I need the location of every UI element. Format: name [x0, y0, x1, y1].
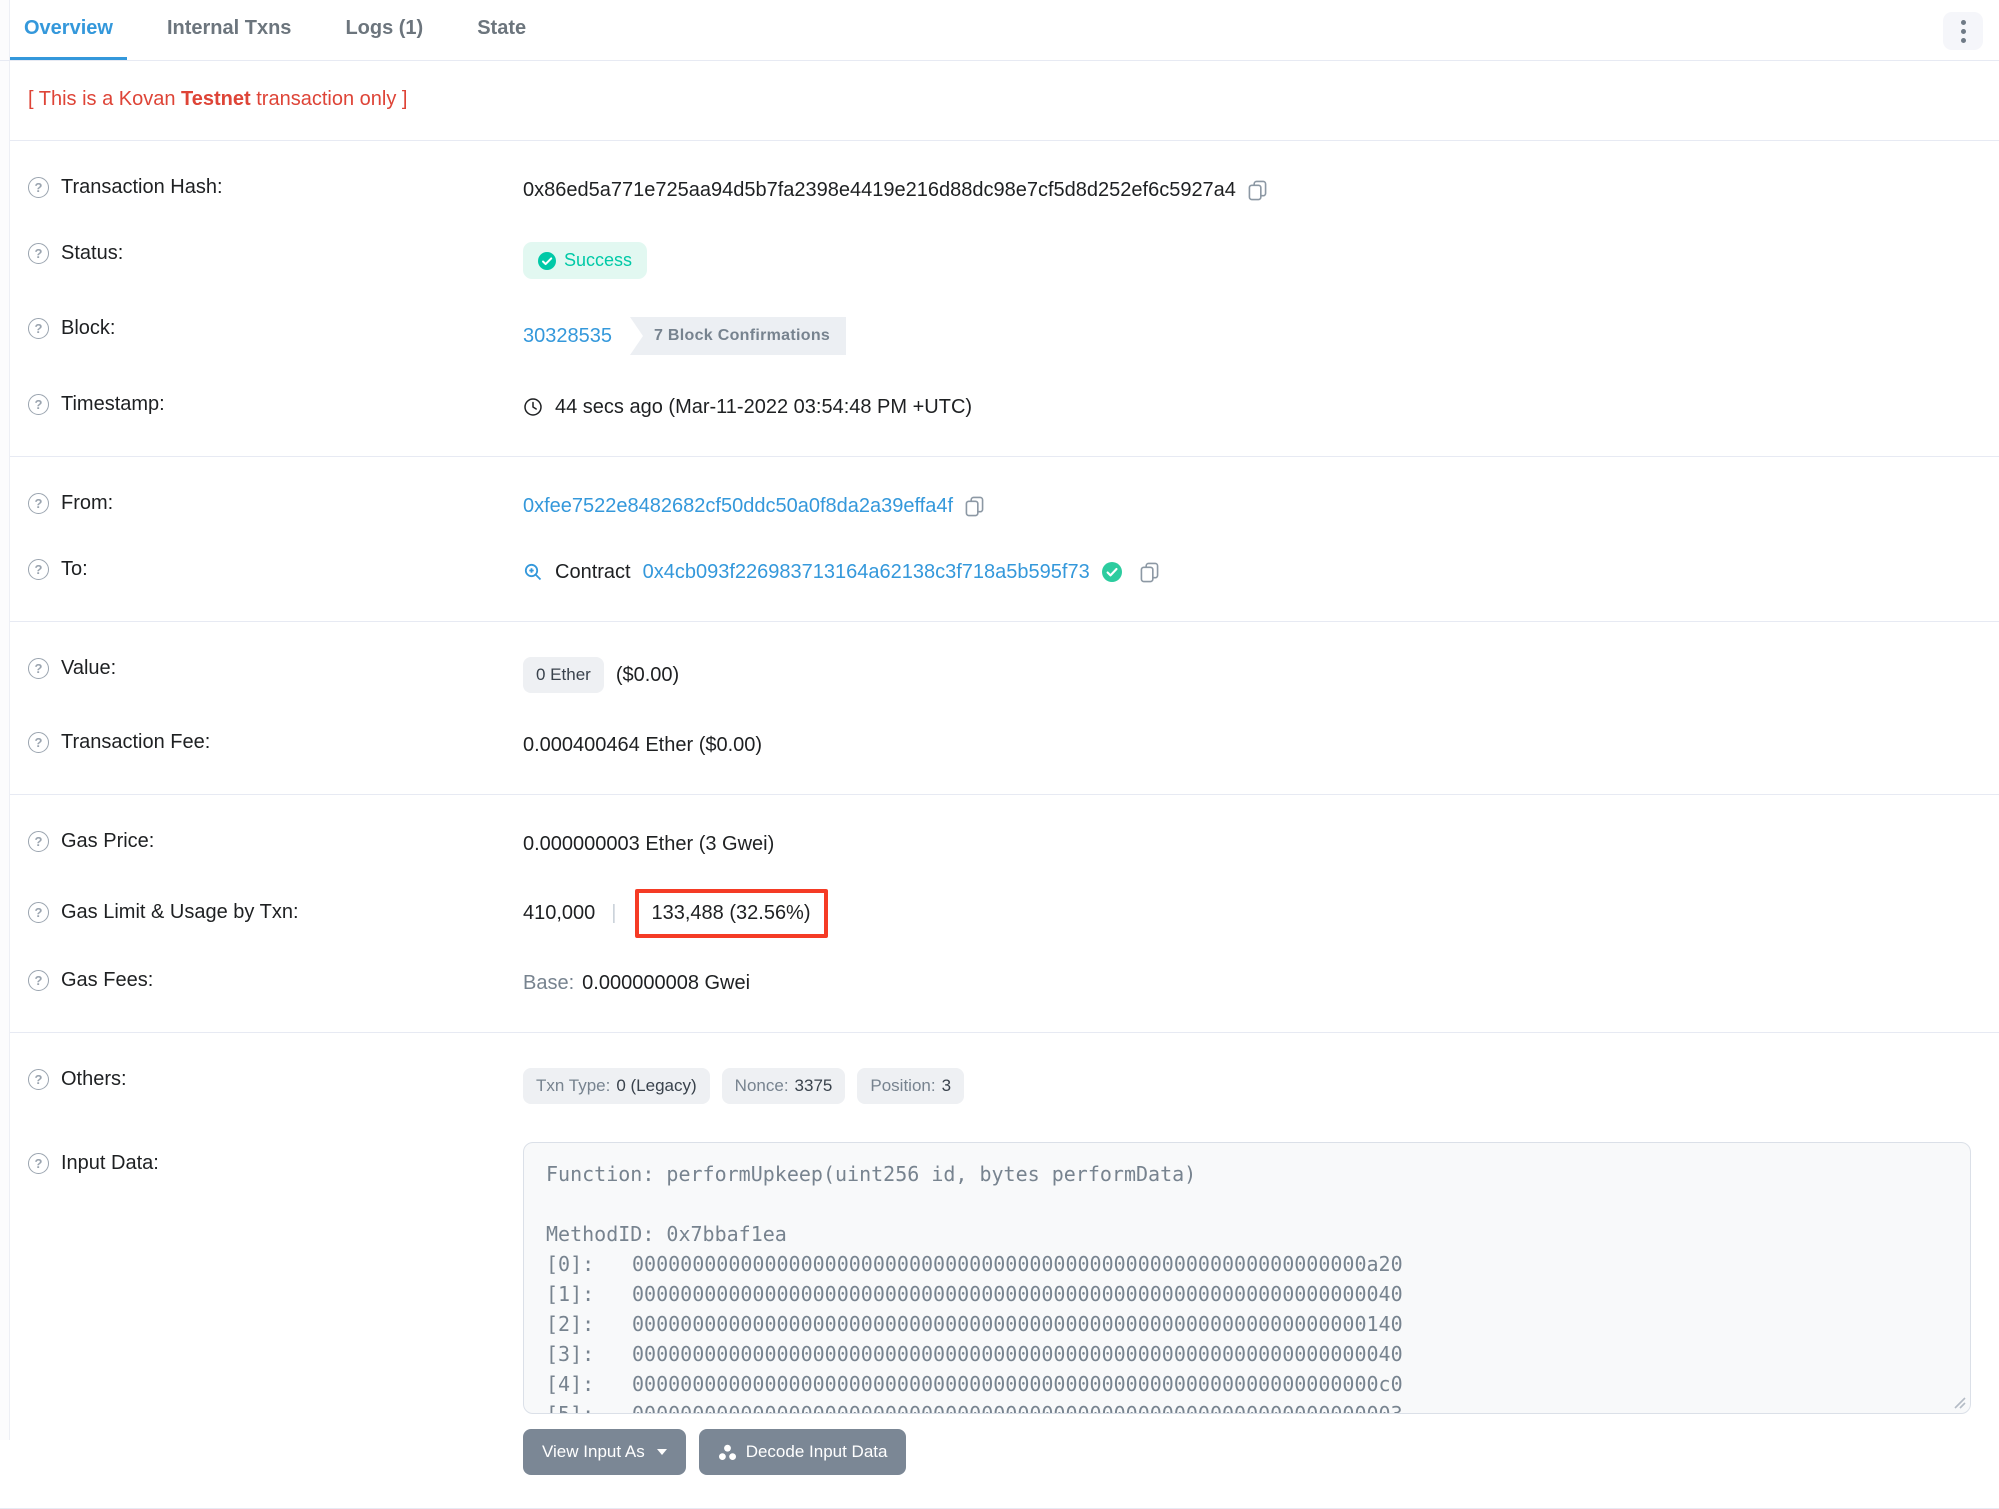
help-icon[interactable]: ? [28, 1069, 49, 1090]
status-label: Status: [61, 242, 124, 264]
banner-prefix: [ This is a Kovan [28, 88, 182, 110]
value-usd: ($0.00) [615, 663, 680, 686]
tab-internal-txns[interactable]: Internal Txns [153, 0, 305, 60]
section-overview-top: ? Transaction Hash: 0x86ed5a771e725aa94d… [0, 141, 1999, 457]
status-badge: Success [523, 242, 648, 279]
clock-icon [524, 398, 542, 416]
input-hex-line: [3]: 000000000000000000000000000000000000… [546, 1342, 1403, 1366]
others-label: Others: [61, 1068, 127, 1090]
gas-fees-base-value: 0.000000008 Gwei [582, 971, 751, 994]
gas-limit-usage-label: Gas Limit & Usage by Txn: [61, 901, 299, 923]
nonce-badge: Nonce: 3375 [721, 1068, 846, 1104]
to-address-link[interactable]: 0x4cb093f226983713164a62138c3f718a5b595f… [643, 561, 1090, 584]
section-addresses: ? From: 0xfee7522e8482682cf50ddc50a0f8da… [0, 457, 1999, 622]
ether-value-badge: 0 Ether [523, 657, 604, 693]
help-icon[interactable]: ? [28, 243, 49, 264]
input-hex-line: [2]: 000000000000000000000000000000000000… [546, 1312, 1403, 1336]
timestamp-label: Timestamp: [61, 393, 165, 415]
help-icon[interactable]: ? [28, 732, 49, 753]
input-hex-line: [0]: 000000000000000000000000000000000000… [546, 1252, 1403, 1276]
block-number-link[interactable]: 30328535 [523, 325, 612, 348]
help-icon[interactable]: ? [28, 1153, 49, 1174]
testnet-banner: [ This is a Kovan Testnet transaction on… [0, 61, 1999, 141]
row-input-data: ? Input Data: Function: performUpkeep(ui… [28, 1123, 1971, 1492]
row-transaction-fee: ? Transaction Fee: 0.000400464 Ether ($0… [28, 712, 1971, 778]
section-value-fee: ? Value: 0 Ether ($0.00) ? Transaction F… [0, 622, 1999, 795]
copy-icon[interactable] [965, 496, 984, 517]
input-hex-line: [4]: 000000000000000000000000000000000000… [546, 1372, 1403, 1396]
to-contract-prefix: Contract [555, 560, 631, 583]
row-value: ? Value: 0 Ether ($0.00) [28, 638, 1971, 712]
row-gas-price: ? Gas Price: 0.000000003 Ether (3 Gwei) [28, 811, 1971, 877]
block-label: Block: [61, 317, 116, 339]
gas-limit-value: 410,000 [523, 902, 596, 924]
row-block: ? Block: 30328535 7 Block Confirmations [28, 298, 1971, 374]
timestamp-value: 44 secs ago (Mar-11-2022 03:54:48 PM +UT… [555, 395, 973, 418]
row-transaction-hash: ? Transaction Hash: 0x86ed5a771e725aa94d… [28, 157, 1971, 223]
from-address-link[interactable]: 0xfee7522e8482682cf50ddc50a0f8da2a39effa… [523, 495, 953, 518]
banner-suffix: transaction only ] [250, 88, 408, 110]
decode-input-data-button[interactable]: Decode Input Data [698, 1429, 907, 1475]
chevron-down-icon [656, 1449, 667, 1455]
transaction-hash-value: 0x86ed5a771e725aa94d5b7fa2398e4419e216d8… [523, 178, 1236, 201]
gas-price-value: 0.000000003 Ether (3 Gwei) [523, 832, 775, 855]
help-icon[interactable]: ? [28, 658, 49, 679]
more-options-button[interactable] [1943, 12, 1983, 50]
input-methodid-line: MethodID: 0x7bbaf1ea [546, 1222, 787, 1246]
page-edge [0, 0, 10, 1440]
transaction-fee-label: Transaction Fee: [61, 731, 211, 753]
gas-separator: | [611, 902, 617, 924]
section-others-input: ? Others: Txn Type: 0 (Legacy) Nonce: 33… [0, 1033, 1999, 1509]
transaction-fee-value: 0.000400464 Ether ($0.00) [523, 733, 763, 756]
gas-fees-base-label: Base: [523, 971, 575, 994]
row-gas-fees: ? Gas Fees: Base: 0.000000008 Gwei [28, 950, 1971, 1016]
gas-price-label: Gas Price: [61, 830, 155, 852]
resize-handle-icon[interactable] [1952, 1395, 1966, 1409]
tab-overview[interactable]: Overview [10, 0, 127, 60]
section-gas: ? Gas Price: 0.000000003 Ether (3 Gwei) … [0, 795, 1999, 1033]
help-icon[interactable]: ? [28, 493, 49, 514]
value-label: Value: [61, 657, 117, 679]
check-circle-icon [538, 251, 556, 270]
gas-fees-label: Gas Fees: [61, 969, 154, 991]
row-gas-limit-usage: ? Gas Limit & Usage by Txn: 410,000 | 13… [28, 877, 1971, 950]
input-function-line: Function: performUpkeep(uint256 id, byte… [546, 1162, 1197, 1186]
help-icon[interactable]: ? [28, 318, 49, 339]
input-data-label: Input Data: [61, 1152, 159, 1174]
help-icon[interactable]: ? [28, 177, 49, 198]
gas-usage-value: 133,488 (32.56%) [651, 902, 811, 924]
txn-type-badge: Txn Type: 0 (Legacy) [523, 1068, 710, 1104]
tab-logs[interactable]: Logs (1) [331, 0, 437, 60]
position-badge: Position: 3 [857, 1068, 965, 1104]
block-confirmations-badge: 7 Block Confirmations [629, 317, 847, 355]
row-timestamp: ? Timestamp: 44 secs ago (Mar-11-2022 03… [28, 374, 1971, 440]
help-icon[interactable]: ? [28, 559, 49, 580]
help-icon[interactable]: ? [28, 394, 49, 415]
zoom-in-icon[interactable] [523, 562, 543, 582]
banner-bold: Testnet [181, 88, 251, 110]
to-label: To: [61, 558, 88, 580]
copy-icon[interactable] [1248, 180, 1267, 201]
input-hex-line: [5]: 000000000000000000000000000000000000… [546, 1402, 1403, 1414]
help-icon[interactable]: ? [28, 831, 49, 852]
copy-icon[interactable] [1140, 562, 1159, 583]
input-hex-line: [1]: 000000000000000000000000000000000000… [546, 1282, 1403, 1306]
row-from: ? From: 0xfee7522e8482682cf50ddc50a0f8da… [28, 473, 1971, 539]
tab-state[interactable]: State [463, 0, 540, 60]
verified-check-icon [1101, 562, 1122, 582]
transaction-hash-label: Transaction Hash: [61, 176, 223, 198]
kebab-icon [1960, 19, 1966, 25]
row-others: ? Others: Txn Type: 0 (Legacy) Nonce: 33… [28, 1049, 1971, 1123]
row-to: ? To: Contract 0x4cb093f226983713164a621… [28, 539, 1971, 605]
row-status: ? Status: Success [28, 223, 1971, 298]
help-icon[interactable]: ? [28, 970, 49, 991]
decode-cubes-icon [718, 1444, 736, 1460]
highlight-box: 133,488 (32.56%) [634, 889, 828, 938]
tab-bar: Overview Internal Txns Logs (1) State [0, 0, 1999, 61]
help-icon[interactable]: ? [28, 902, 49, 923]
status-value: Success [564, 250, 633, 270]
from-label: From: [61, 492, 114, 514]
view-input-as-button[interactable]: View Input As [523, 1429, 686, 1475]
input-data-textarea[interactable]: Function: performUpkeep(uint256 id, byte… [523, 1142, 1971, 1414]
